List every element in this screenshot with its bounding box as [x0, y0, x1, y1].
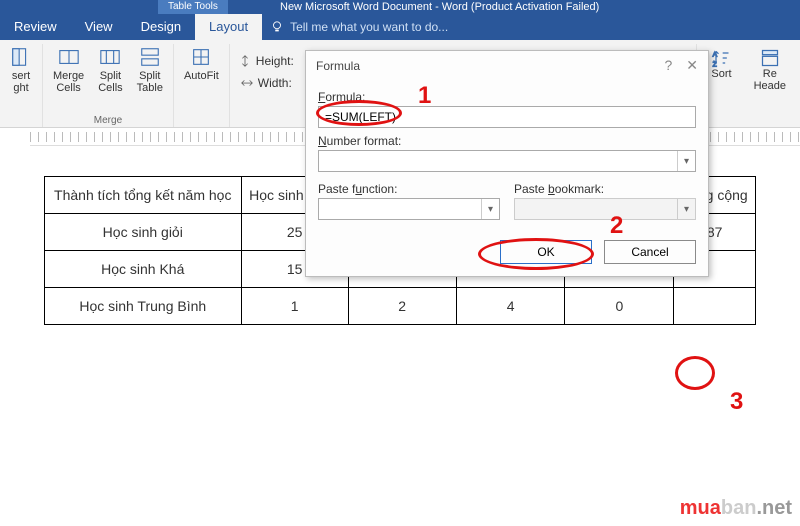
ribbon-tabs: Review View Design Layout Tell me what y… [0, 14, 800, 40]
height-label: Height: [256, 54, 294, 68]
tab-design[interactable]: Design [127, 14, 195, 40]
paste-function-label: Paste function: [318, 182, 500, 196]
cancel-button[interactable]: Cancel [604, 240, 696, 264]
repeat-header-button[interactable]: Re Heade [746, 44, 794, 96]
tab-review[interactable]: Review [0, 14, 71, 40]
width-row[interactable]: Width: [240, 72, 292, 94]
number-format-label: Number format: [318, 134, 696, 148]
sort-icon: AZ [711, 48, 731, 68]
paste-function-value [319, 199, 481, 219]
group-cell-size: Height: Width: [230, 44, 302, 127]
tab-layout[interactable]: Layout [195, 14, 262, 40]
insert-right-icon [10, 46, 32, 68]
insert-right-button[interactable]: sert ght [6, 44, 36, 96]
annotation-number-3: 3 [730, 388, 743, 416]
watermark: muaban.net [680, 497, 792, 520]
tell-me-placeholder: Tell me what you want to do... [290, 20, 448, 34]
table-row: Học sinh Trung Bình 1 2 4 0 [45, 288, 756, 325]
formula-input[interactable] [318, 106, 696, 128]
autofit-button[interactable]: AutoFit [180, 44, 223, 96]
titlebar: Table Tools New Microsoft Word Document … [0, 0, 800, 14]
number-format-value [319, 151, 677, 171]
group-autofit: AutoFit [174, 44, 230, 127]
table-cell[interactable]: Học sinh Khá [45, 251, 242, 288]
table-cell[interactable]: 1 [241, 288, 348, 325]
paste-function-combo[interactable]: ▾ [318, 198, 500, 220]
contextual-tab-label: Table Tools [158, 0, 228, 14]
split-cells-button[interactable]: Split Cells [94, 44, 126, 96]
formula-dialog: Formula ? ✕ Formula: Number format: ▾ Pa… [305, 50, 709, 277]
svg-text:A: A [713, 51, 718, 58]
table-header[interactable]: Thành tích tổng kết năm học [45, 177, 242, 214]
split-cells-icon [99, 46, 121, 68]
width-icon [240, 76, 254, 90]
paste-bookmark-value [515, 199, 677, 219]
height-row[interactable]: Height: [238, 50, 294, 72]
paste-bookmark-combo: ▾ [514, 198, 696, 220]
height-icon [238, 54, 252, 68]
repeat-header-icon [760, 48, 780, 68]
number-format-combo[interactable]: ▾ [318, 150, 696, 172]
tell-me-search[interactable]: Tell me what you want to do... [262, 14, 800, 40]
ok-button[interactable]: OK [500, 240, 592, 264]
window-title: New Microsoft Word Document - Word (Prod… [280, 1, 599, 13]
table-cell[interactable] [674, 288, 756, 325]
merge-cells-button[interactable]: Merge Cells [49, 44, 88, 96]
chevron-down-icon[interactable]: ▾ [481, 199, 499, 219]
group-merge: Merge Cells Split Cells Split Table Merg… [43, 44, 174, 127]
table-cell[interactable]: 4 [456, 288, 565, 325]
tab-view[interactable]: View [71, 14, 127, 40]
split-table-button[interactable]: Split Table [133, 44, 167, 96]
chevron-down-icon: ▾ [677, 199, 695, 219]
lightbulb-icon [270, 20, 284, 34]
formula-label: Formula: [318, 90, 696, 104]
group-insert-partial: sert ght [0, 44, 43, 127]
svg-text:Z: Z [713, 61, 717, 68]
table-cell[interactable]: 0 [565, 288, 674, 325]
paste-bookmark-label: Paste bookmark: [514, 182, 696, 196]
group-label-merge: Merge [43, 115, 173, 126]
table-cell[interactable]: 2 [348, 288, 456, 325]
table-cell[interactable]: Học sinh giỏi [45, 214, 242, 251]
annotation-circle-3 [675, 356, 715, 390]
close-icon[interactable]: ✕ [686, 57, 698, 74]
merge-cells-icon [58, 46, 80, 68]
table-cell[interactable]: Học sinh Trung Bình [45, 288, 242, 325]
group-data: AZ Sort Re Heade [696, 44, 800, 127]
dialog-titlebar[interactable]: Formula ? ✕ [306, 51, 708, 80]
split-table-icon [139, 46, 161, 68]
autofit-icon [190, 46, 212, 68]
help-icon[interactable]: ? [664, 57, 672, 74]
width-label: Width: [258, 76, 292, 90]
dialog-title: Formula [316, 59, 360, 73]
chevron-down-icon[interactable]: ▾ [677, 151, 695, 171]
